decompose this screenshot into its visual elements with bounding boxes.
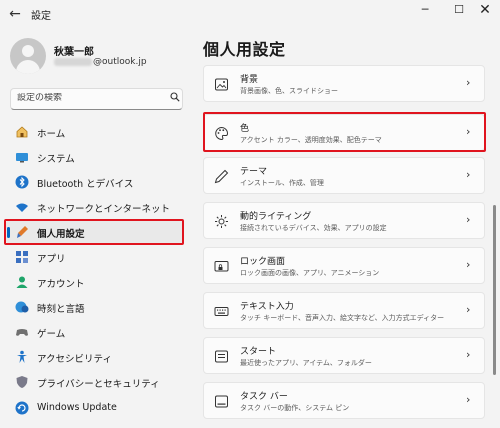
sidebar-item-bluetooth[interactable]: Bluetooth とデバイス (6, 170, 184, 194)
chevron-right-icon: › (466, 258, 471, 271)
wifi-icon (16, 203, 28, 212)
page-title: 個人用設定 (203, 40, 286, 59)
sidebar-item-label: アクセシビリティ (37, 354, 112, 365)
sidebar-item-privacy[interactable]: プライバシーとセキュリティ (6, 370, 184, 394)
card-lock-screen[interactable]: ロック画面 ロック画面の画像、アプリ、アニメーション › (203, 247, 485, 284)
card-taskbar[interactable]: タスク バー タスク バーの動作、システム ピン › (203, 382, 485, 419)
taskbar-icon (215, 395, 228, 408)
app-title: 設定 (31, 11, 51, 22)
close-button[interactable]: ✕ (468, 0, 500, 22)
sidebar-item-label: プライバシーとセキュリティ (37, 379, 160, 390)
email-domain: @outlook.jp (93, 57, 147, 67)
card-title: テーマ (240, 167, 268, 177)
chevron-right-icon: › (466, 348, 471, 361)
system-icon (16, 153, 28, 163)
avatar-body (16, 60, 40, 74)
sidebar-item-label: Windows Update (37, 402, 117, 413)
accessibility-icon (17, 350, 27, 363)
user-name: 秋葉一郎 (54, 47, 94, 58)
lock-screen-icon (214, 261, 229, 272)
account-icon (16, 276, 28, 288)
search-box[interactable] (10, 88, 183, 110)
start-icon (215, 350, 228, 363)
sidebar-item-label: Bluetooth とデバイス (37, 179, 134, 190)
card-title: 動的ライティング (240, 212, 312, 222)
card-themes[interactable]: テーマ インストール、作成、管理 › (203, 157, 485, 194)
sidebar-item-label: アプリ (37, 254, 66, 265)
update-icon (15, 401, 29, 415)
sidebar-item-label: ホーム (37, 129, 66, 140)
card-title: テキスト入力 (240, 302, 294, 312)
sidebar-item-network[interactable]: ネットワークとインターネット (6, 195, 184, 219)
title-bar: ← 設定 ─ ☐ ✕ (0, 0, 500, 28)
sidebar-item-time-language[interactable]: 時刻と言語 (6, 295, 184, 319)
sidebar-item-accessibility[interactable]: アクセシビリティ (6, 345, 184, 369)
email-redacted (54, 57, 92, 66)
search-icon[interactable] (170, 92, 180, 105)
time-language-icon (15, 301, 29, 313)
sidebar-item-label: ネットワークとインターネット (37, 204, 171, 215)
card-background[interactable]: 背景 背景画像、色、スライドショー › (203, 65, 485, 102)
card-description: 最近使ったアプリ、アイテム、フォルダー (240, 359, 372, 367)
sidebar-item-windows-update[interactable]: Windows Update (6, 396, 184, 420)
home-icon (16, 126, 28, 138)
card-title: タスク バー (240, 392, 288, 402)
chevron-right-icon: › (466, 393, 471, 406)
picture-icon (215, 78, 228, 91)
sidebar-item-system[interactable]: システム (6, 145, 184, 169)
card-title: 背景 (240, 75, 259, 85)
search-input[interactable] (17, 93, 167, 103)
sidebar-item-label: ゲーム (37, 329, 66, 340)
card-start[interactable]: スタート 最近使ったアプリ、アイテム、フォルダー › (203, 337, 485, 374)
minimize-button[interactable]: ─ (408, 0, 442, 22)
sidebar-item-home[interactable]: ホーム (6, 120, 184, 144)
card-description: ロック画面の画像、アプリ、アニメーション (240, 269, 380, 277)
chevron-right-icon: › (466, 303, 471, 316)
card-description: 背景画像、色、スライドショー (240, 87, 338, 95)
card-description: 接続されているデバイス、効果、アプリの設定 (240, 224, 387, 232)
card-title: スタート (240, 347, 277, 357)
shield-icon (16, 376, 28, 388)
lighting-icon (215, 215, 228, 228)
sidebar-item-label: システム (37, 154, 75, 165)
apps-icon (16, 251, 28, 263)
avatar-head (22, 45, 34, 57)
keyboard-icon (214, 307, 229, 316)
sidebar-item-label: 時刻と言語 (37, 304, 85, 315)
chevron-right-icon: › (466, 76, 471, 89)
card-title: ロック画面 (240, 257, 286, 267)
gaming-icon (16, 329, 28, 336)
sidebar-item-accounts[interactable]: アカウント (6, 270, 184, 294)
card-text-input[interactable]: テキスト入力 タッチ キーボード、音声入力、絵文字など、入力方式エディター › (203, 292, 485, 329)
bluetooth-icon (15, 175, 29, 189)
sidebar-item-gaming[interactable]: ゲーム (6, 320, 184, 344)
sidebar-item-apps[interactable]: アプリ (6, 245, 184, 269)
sidebar-item-label: アカウント (37, 279, 85, 290)
avatar[interactable] (10, 38, 46, 74)
back-button[interactable]: ← (4, 3, 26, 25)
chevron-right-icon: › (466, 213, 471, 226)
highlight-frame-card (203, 112, 486, 152)
chevron-right-icon: › (466, 168, 471, 181)
scrollbar[interactable] (493, 205, 496, 375)
card-description: タスク バーの動作、システム ピン (240, 404, 350, 412)
card-dynamic-lighting[interactable]: 動的ライティング 接続されているデバイス、効果、アプリの設定 › (203, 202, 485, 239)
user-email: @outlook.jp (54, 57, 147, 67)
pen-icon (214, 169, 229, 184)
highlight-frame-nav (4, 219, 184, 245)
card-description: インストール、作成、管理 (240, 179, 324, 187)
card-description: タッチ キーボード、音声入力、絵文字など、入力方式エディター (240, 314, 445, 322)
